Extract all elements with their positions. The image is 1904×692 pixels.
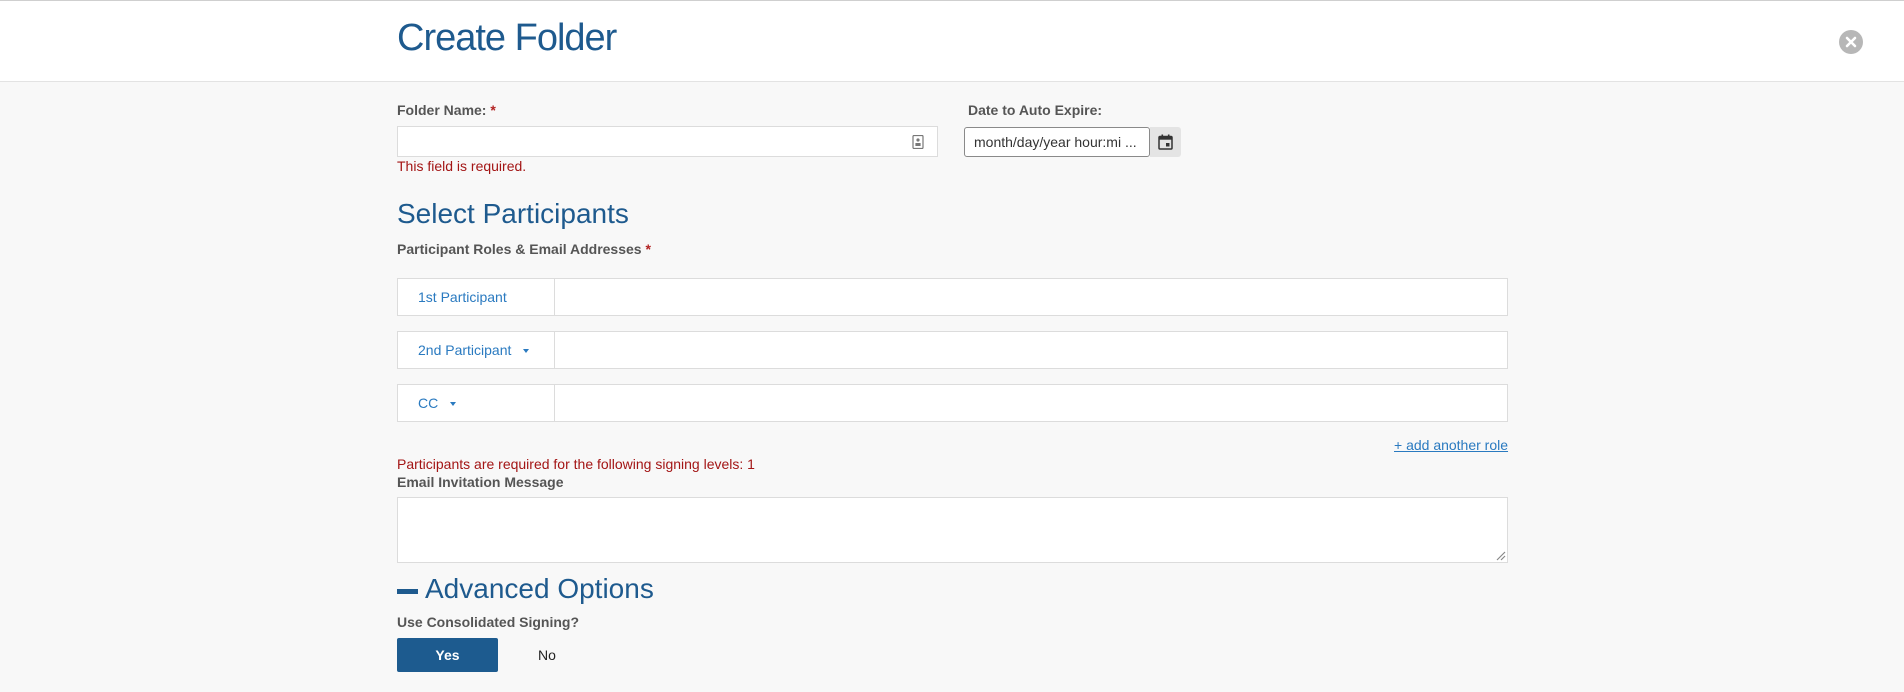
calendar-button[interactable] [1150, 127, 1181, 157]
caret-down-icon [523, 349, 530, 354]
consolidated-yes-button[interactable]: Yes [397, 638, 498, 672]
select-participants-heading: Select Participants [397, 198, 629, 229]
participant-row-1: 1st Participant [397, 278, 1508, 316]
participant-email-input-1[interactable] [556, 279, 1507, 315]
email-message-textarea[interactable] [397, 497, 1508, 563]
role-selector-1st-participant[interactable]: 1st Participant [398, 279, 555, 315]
participant-roles-label: Participant Roles & Email Addresses * [397, 241, 651, 257]
advanced-options-heading[interactable]: Advanced Options [425, 573, 654, 605]
folder-name-input[interactable] [397, 126, 938, 157]
contact-card-icon [912, 135, 924, 149]
participant-row-cc: CC [397, 384, 1508, 422]
email-message-label: Email Invitation Message [397, 474, 564, 490]
folder-name-label: Folder Name: * [397, 102, 496, 118]
participants-error: Participants are required for the follow… [397, 456, 755, 472]
caret-down-icon [450, 402, 457, 407]
role-label: 1st Participant [418, 289, 507, 305]
folder-name-error: This field is required. [397, 158, 527, 174]
consolidated-signing-label: Use Consolidated Signing? [397, 614, 580, 630]
required-asterisk: * [645, 241, 651, 257]
auto-expire-label: Date to Auto Expire: [968, 102, 1103, 118]
auto-expire-input[interactable]: month/day/year hour:mi ... [964, 127, 1150, 157]
participant-row-2: 2nd Participant [397, 331, 1508, 369]
calendar-icon [1158, 134, 1173, 150]
modal-header: Create Folder [0, 0, 1904, 82]
participant-email-input-cc[interactable] [556, 385, 1507, 421]
role-label: CC [418, 395, 439, 411]
minus-icon[interactable] [397, 589, 418, 594]
participant-email-input-2[interactable] [556, 332, 1507, 368]
close-icon [1845, 36, 1857, 48]
role-dropdown-2nd-participant[interactable]: 2nd Participant [398, 332, 555, 368]
required-asterisk: * [490, 102, 496, 118]
resize-handle-icon[interactable] [1494, 549, 1506, 561]
role-label: 2nd Participant [418, 342, 512, 358]
consolidated-no-button[interactable]: No [498, 638, 596, 672]
close-button[interactable] [1839, 30, 1863, 54]
role-dropdown-cc[interactable]: CC [398, 385, 555, 421]
add-another-role-link[interactable]: + add another role [1394, 437, 1508, 453]
page-title: Create Folder [397, 17, 617, 59]
